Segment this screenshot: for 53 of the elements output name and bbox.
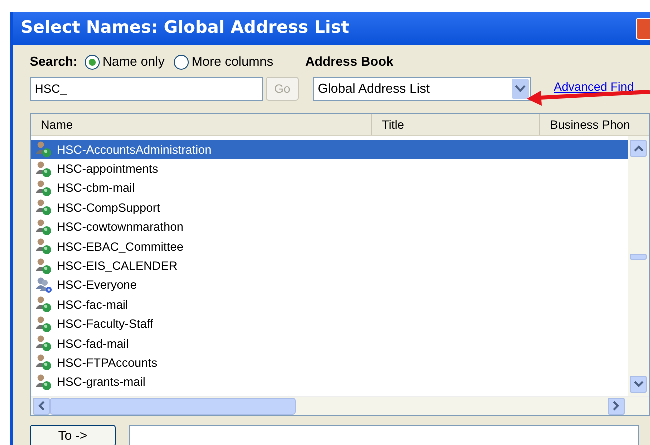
group-gear-icon — [35, 276, 53, 294]
list-row[interactable]: HSC-AccountsAdministration — [31, 140, 628, 160]
people-icon — [35, 199, 53, 216]
horizontal-scrollbar[interactable] — [31, 396, 649, 415]
list-row[interactable]: HSC-cbm-mail — [31, 178, 628, 198]
address-book-label: Address Book — [305, 53, 394, 72]
scroll-left-button[interactable] — [33, 398, 50, 414]
search-option-radio[interactable]: Name only — [84, 52, 165, 72]
people-icon — [35, 258, 53, 275]
scroll-thumb[interactable] — [50, 398, 296, 414]
dropdown-caret-icon — [512, 79, 529, 99]
scroll-down-button[interactable] — [630, 376, 647, 393]
list-row[interactable]: HSC-CompSupport — [31, 198, 628, 218]
list-row[interactable]: HSC-fac-mail — [31, 295, 628, 315]
people-icon — [35, 180, 53, 197]
advanced-find-link[interactable]: Advanced Find — [554, 78, 634, 96]
scroll-thumb[interactable] — [630, 254, 647, 260]
list-row[interactable]: HSC-appointments — [31, 159, 628, 179]
list-row[interactable]: HSC-cowtownmarathon — [31, 218, 628, 237]
list-row[interactable]: HSC-EBAC_Committee — [31, 236, 628, 256]
list-row[interactable]: HSC-EIS_CALENDER — [31, 256, 628, 276]
close-button[interactable] — [636, 18, 650, 40]
people-icon — [35, 354, 53, 372]
people-icon — [35, 374, 53, 391]
people-icon — [35, 160, 53, 178]
window-title: Select Names: Global Address List — [21, 16, 350, 40]
address-book-dropdown[interactable]: Global Address List — [313, 77, 531, 101]
to-button[interactable]: To -> — [30, 425, 116, 445]
list-row[interactable]: HSC-Everyone — [31, 276, 628, 296]
scroll-up-button[interactable] — [630, 140, 647, 157]
column-header[interactable]: Business Phon — [540, 114, 649, 135]
list-row[interactable]: HSC-Faculty-Staff — [31, 314, 628, 334]
chevron-left-icon — [38, 401, 45, 411]
scroll-right-button[interactable] — [608, 398, 625, 414]
search-option-radio[interactable]: More columns — [174, 52, 274, 72]
column-header[interactable]: Name — [31, 114, 372, 135]
people-icon — [35, 141, 53, 158]
vertical-scrollbar[interactable] — [628, 136, 649, 396]
to-field[interactable] — [129, 425, 639, 445]
chevron-down-icon — [634, 381, 644, 388]
search-field[interactable]: HSC_ — [30, 77, 263, 101]
list-row[interactable]: HSC-fad-mail — [31, 334, 628, 354]
list-row[interactable]: HSC-FTPAccounts — [31, 353, 628, 373]
people-icon — [35, 316, 53, 333]
list-row[interactable]: HSC-grants-mail — [31, 372, 628, 392]
people-icon — [35, 238, 53, 256]
people-icon — [35, 218, 53, 236]
column-header[interactable]: Title — [372, 114, 540, 135]
search-label: Search: — [30, 53, 78, 72]
people-icon — [35, 335, 53, 352]
chevron-up-icon — [634, 145, 644, 152]
chevron-right-icon — [613, 401, 620, 411]
people-icon — [35, 296, 53, 314]
